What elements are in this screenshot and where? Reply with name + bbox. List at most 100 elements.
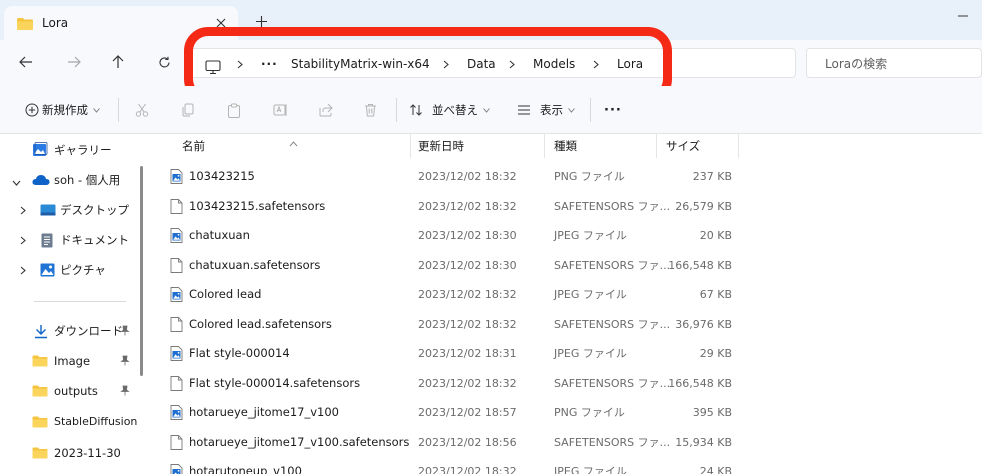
file-date: 2023/12/02 18:32 <box>418 199 517 213</box>
minimize-icon[interactable] <box>948 6 978 26</box>
back-arrow-icon[interactable] <box>12 48 40 76</box>
folder-icon <box>32 447 48 462</box>
file-row[interactable]: hotarutoneup_v100 2023/12/02 18:32 JPEG ファ… <box>146 457 982 474</box>
delete-icon[interactable] <box>358 98 382 122</box>
chevron-down-icon[interactable] <box>12 175 21 189</box>
file-row[interactable]: 103423215 2023/12/02 18:32 PNG ファイル 237 KB <box>146 162 982 192</box>
breadcrumb-stabilitymatrix[interactable]: StabilityMatrix-win-x64 <box>291 49 430 79</box>
this-pc-icon[interactable] <box>205 56 221 75</box>
sidebar-item-pictures[interactable]: ピクチャ <box>0 256 146 284</box>
sidebar-scrollbar[interactable] <box>140 166 143 376</box>
breadcrumb-chevron-icon[interactable] <box>509 49 515 79</box>
folder-icon <box>32 355 48 370</box>
image-file-icon <box>170 228 183 247</box>
sidebar-item-downloads[interactable]: ダウンロード <box>0 317 146 345</box>
sidebar-item-onedrive[interactable]: soh - 個人用 <box>0 166 146 194</box>
pin-icon[interactable] <box>120 325 130 339</box>
sidebar-item-image[interactable]: Image <box>0 347 146 375</box>
sidebar-item-desktop[interactable]: デスクトップ <box>0 196 146 224</box>
sidebar-item-label: StableDiffusion <box>54 415 138 428</box>
image-file-icon <box>170 169 183 188</box>
copy-icon[interactable] <box>176 98 200 122</box>
file-size: 29 KB <box>699 347 732 360</box>
file-row[interactable]: Flat style-000014 2023/12/02 18:31 JPEG ファ… <box>146 339 982 369</box>
file-name: Colored lead.safetensors <box>189 316 332 331</box>
file-row[interactable]: 103423215.safetensors 2023/12/02 18:32 SAF… <box>146 192 982 222</box>
file-name: chatuxuan.safetensors <box>189 257 321 272</box>
breadcrumb-chevron-icon[interactable] <box>443 49 449 79</box>
refresh-icon[interactable] <box>150 48 178 76</box>
rename-icon[interactable] <box>268 98 292 122</box>
column-divider[interactable] <box>656 134 657 158</box>
file-row[interactable]: Colored lead 2023/12/02 18:32 JPEG ファイル 67 … <box>146 280 982 310</box>
sort-button[interactable]: 並べ替え <box>432 98 490 122</box>
breadcrumb-lora[interactable]: Lora <box>617 49 643 79</box>
sidebar-item-label: ギャラリー <box>54 143 112 157</box>
file-row[interactable]: Colored lead.safetensors 2023/12/02 18:32… <box>146 310 982 340</box>
file-date: 2023/12/02 18:32 <box>418 465 517 474</box>
paste-icon[interactable] <box>222 98 246 122</box>
file-name: hotarueye_jitome17_v100.safetensors <box>189 434 410 449</box>
column-name[interactable]: 名前 <box>182 134 205 158</box>
file-size: 237 KB <box>692 170 732 183</box>
file-size: 395 KB <box>692 406 732 419</box>
new-tab-icon[interactable] <box>250 10 272 32</box>
sidebar-item-documents[interactable]: ドキュメント <box>0 226 146 254</box>
file-date: 2023/12/02 18:31 <box>418 347 517 360</box>
toolbar-divider <box>396 98 397 122</box>
new-button[interactable]: 新規作成 <box>42 98 100 122</box>
file-name: 103423215.safetensors <box>189 198 326 213</box>
pin-icon[interactable] <box>120 385 130 399</box>
column-type[interactable]: 種類 <box>554 134 577 158</box>
breadcrumb-models[interactable]: Models <box>533 49 575 79</box>
sort-ascending-icon <box>289 132 298 151</box>
file-row[interactable]: chatuxuan.safetensors 2023/12/02 18:30 SAF… <box>146 251 982 281</box>
file-row[interactable]: Flat style-000014.safetensors 2023/12/02 … <box>146 369 982 399</box>
desktop-icon <box>40 204 56 219</box>
column-divider[interactable] <box>738 134 739 158</box>
forward-arrow-icon[interactable] <box>60 48 88 76</box>
sidebar-item-2023-11-30[interactable]: 2023-11-30 <box>0 439 146 467</box>
tab-close-icon[interactable] <box>210 12 232 34</box>
file-name: Flat style-000014 <box>189 346 290 360</box>
pin-icon[interactable] <box>120 355 130 369</box>
breadcrumb-chevron-icon[interactable] <box>593 49 599 79</box>
sidebar-item-label: Image <box>54 354 91 368</box>
file-size: 166,548 KB <box>668 376 732 390</box>
breadcrumb-data[interactable]: Data <box>467 49 496 79</box>
breadcrumb-overflow[interactable]: ··· <box>261 49 278 79</box>
cut-icon[interactable] <box>130 98 154 122</box>
more-options-button[interactable]: ··· <box>604 98 622 122</box>
column-divider[interactable] <box>410 134 411 158</box>
file-type: JPEG ファイル <box>554 465 627 474</box>
file-row[interactable]: chatuxuan 2023/12/02 18:30 JPEG ファイル 20 KB <box>146 221 982 251</box>
column-divider[interactable] <box>544 134 545 158</box>
tab-lora[interactable]: Lora <box>4 6 238 40</box>
column-date[interactable]: 更新日時 <box>418 134 464 158</box>
chevron-down-icon <box>483 107 490 113</box>
search-input[interactable]: Loraの検索 <box>825 49 887 79</box>
file-row[interactable]: hotarueye_jitome17_v100 2023/12/02 18:57 P… <box>146 398 982 428</box>
view-button[interactable]: 表示 <box>540 98 575 122</box>
chevron-right-icon[interactable] <box>20 264 26 278</box>
view-icon <box>512 98 536 122</box>
file-name: 103423215 <box>189 169 255 183</box>
sidebar-item-stablediffusion[interactable]: StableDiffusion <box>0 408 146 436</box>
up-arrow-icon[interactable] <box>104 48 132 76</box>
breadcrumb-chevron-icon[interactable] <box>237 49 243 79</box>
chevron-right-icon[interactable] <box>20 234 26 248</box>
sort-icon <box>404 98 428 122</box>
new-plus-icon <box>20 98 44 122</box>
sidebar-item-gallery[interactable]: ギャラリー <box>0 136 146 164</box>
share-icon[interactable] <box>314 98 338 122</box>
chevron-right-icon[interactable] <box>20 204 26 218</box>
file-row[interactable]: hotarueye_jitome17_v100.safetensors 2023/… <box>146 428 982 458</box>
search-box[interactable]: Loraの検索 <box>806 48 982 78</box>
document-icon <box>41 233 53 251</box>
sidebar-item-outputs[interactable]: outputs <box>0 377 146 405</box>
file-icon <box>170 198 183 218</box>
sidebar-item-label: soh - 個人用 <box>54 173 121 187</box>
file-date: 2023/12/02 18:32 <box>418 376 517 390</box>
address-bar[interactable]: ··· StabilityMatrix-win-x64 Data Models … <box>186 48 796 78</box>
column-size[interactable]: サイズ <box>666 134 700 158</box>
